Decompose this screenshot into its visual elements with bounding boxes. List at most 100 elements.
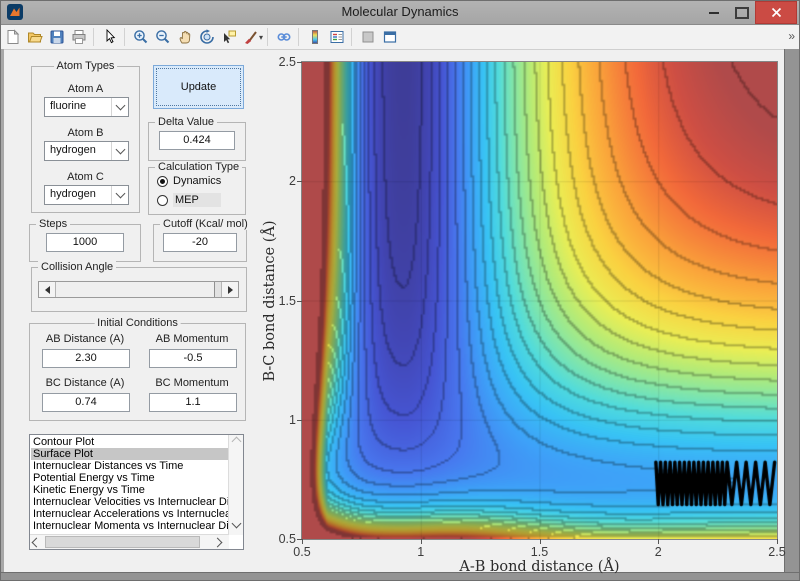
bc-distance-field[interactable]: 0.74 [42, 393, 130, 412]
steps-title: Steps [36, 218, 70, 230]
listbox-items: Contour Plot Surface Plot Internuclear D… [31, 436, 228, 534]
save-floppy-icon [49, 29, 65, 45]
radio-dynamics[interactable]: Dynamics [157, 175, 221, 187]
pan-tool-button[interactable] [175, 27, 195, 47]
pointer-tool-button[interactable] [100, 27, 120, 47]
x-axis-label: A-B bond distance (Å) [302, 559, 777, 575]
x-tick-mark [540, 539, 541, 544]
slider-left-arrow[interactable] [39, 282, 56, 297]
cutoff-title: Cutoff (Kcal/ mol) [160, 218, 251, 230]
y-axis-label: B-C bond distance (Å) [262, 220, 278, 381]
dock-figure-button[interactable] [380, 27, 400, 47]
horizontal-scroll-thumb[interactable] [45, 536, 200, 548]
brush-icon [243, 29, 259, 45]
y-tick-label: 2 [289, 174, 296, 188]
new-file-button[interactable] [3, 27, 23, 47]
bc-momentum-label: BC Momentum [142, 377, 242, 389]
calculation-type-title: Calculation Type [155, 161, 242, 173]
brush-dropdown-caret[interactable]: ▾ [259, 33, 263, 42]
atom-c-combo[interactable]: hydrogen [44, 185, 129, 205]
x-tick-label: 2.5 [768, 545, 785, 559]
bc-momentum-field[interactable]: 1.1 [149, 393, 237, 412]
y-tick-mark [297, 301, 302, 302]
minimize-button[interactable] [703, 1, 725, 24]
figure-toolbar: ▾ » [1, 25, 799, 50]
vertical-scrollbar[interactable] [228, 435, 243, 535]
cutoff-field[interactable]: -20 [163, 233, 237, 252]
radio-mep-label: MEP [173, 193, 221, 207]
printer-icon [71, 29, 87, 45]
atom-b-combo[interactable]: hydrogen [44, 141, 129, 161]
scroll-left-icon[interactable] [30, 535, 44, 549]
list-item[interactable]: Kinetic Energy vs Time [31, 484, 228, 496]
close-button[interactable] [755, 1, 797, 24]
cutoff-panel: Cutoff (Kcal/ mol) -20 [153, 224, 247, 262]
open-file-button[interactable] [25, 27, 45, 47]
list-item[interactable]: Surface Plot [31, 448, 228, 460]
rotate-3d-button[interactable] [197, 27, 217, 47]
chevron-down-icon[interactable] [111, 142, 128, 160]
collision-angle-title: Collision Angle [38, 261, 116, 273]
list-item[interactable]: Internuclear Momenta vs Internuclear Dis… [31, 520, 228, 532]
data-cursor-button[interactable] [219, 27, 239, 47]
dock-figure-icon [382, 29, 398, 45]
print-button[interactable] [69, 27, 89, 47]
list-item[interactable]: Potential Energy vs Time [31, 472, 228, 484]
initial-conditions-panel: Initial Conditions AB Distance (A) AB Mo… [29, 323, 246, 421]
maximize-button[interactable] [731, 1, 753, 24]
radio-dynamics-label: Dynamics [173, 175, 221, 187]
chevron-down-icon[interactable] [111, 186, 128, 204]
x-tick-label: 1.5 [531, 545, 548, 559]
initial-conditions-title: Initial Conditions [94, 317, 181, 329]
zoom-in-button[interactable] [131, 27, 151, 47]
legend-icon [329, 29, 345, 45]
rotate-3d-icon [199, 29, 215, 45]
delta-value-field[interactable]: 0.424 [159, 131, 235, 150]
plot-type-listbox[interactable]: Contour Plot Surface Plot Internuclear D… [29, 434, 244, 550]
atom-a-combo[interactable]: fluorine [44, 97, 129, 117]
atom-b-label: Atom B [32, 127, 139, 139]
open-folder-icon [27, 29, 43, 45]
data-cursor-icon [221, 29, 237, 45]
list-item[interactable]: Internuclear Accelerations vs Internucle… [31, 508, 228, 520]
atom-types-panel: Atom Types Atom A fluorine Atom B hydrog… [31, 66, 140, 213]
title-bar[interactable]: Molecular Dynamics [1, 1, 799, 25]
bc-distance-label: BC Distance (A) [35, 377, 135, 389]
y-tick-mark [297, 181, 302, 182]
update-button[interactable]: Update [153, 65, 244, 109]
zoom-in-icon [133, 29, 149, 45]
atom-b-value: hydrogen [50, 144, 96, 156]
x-tick-label: 0.5 [293, 545, 310, 559]
scroll-down-icon[interactable] [229, 521, 243, 535]
scroll-up-icon[interactable] [229, 435, 243, 449]
scroll-right-icon[interactable] [215, 535, 229, 549]
ab-momentum-field[interactable]: -0.5 [149, 349, 237, 368]
link-plots-button[interactable] [274, 27, 294, 47]
zoom-out-button[interactable] [153, 27, 173, 47]
y-tick-label: 1.5 [279, 294, 296, 308]
ab-distance-field[interactable]: 2.30 [42, 349, 130, 368]
link-icon [276, 29, 292, 45]
list-item[interactable]: Internuclear Distances vs Time [31, 460, 228, 472]
collision-angle-slider[interactable] [38, 281, 239, 298]
steps-field[interactable]: 1000 [46, 233, 124, 252]
pan-hand-icon [177, 29, 193, 45]
save-button[interactable] [47, 27, 67, 47]
new-document-icon [5, 29, 21, 45]
pointer-arrow-icon [102, 29, 118, 45]
toolbar-overflow-chevron[interactable]: » [788, 29, 795, 43]
insert-legend-button[interactable] [327, 27, 347, 47]
hide-plot-tools-button[interactable] [358, 27, 378, 47]
contour-canvas[interactable] [302, 62, 777, 539]
radio-mep[interactable]: MEP [157, 193, 221, 207]
radio-selected-icon [157, 176, 168, 187]
list-item[interactable]: Contour Plot [31, 436, 228, 448]
slider-right-arrow[interactable] [221, 282, 238, 297]
zoom-out-icon [155, 29, 171, 45]
list-item[interactable]: Internuclear Velocities vs Internuclear … [31, 496, 228, 508]
insert-colorbar-button[interactable] [305, 27, 325, 47]
horizontal-scrollbar[interactable] [30, 534, 229, 549]
brush-data-button[interactable] [241, 27, 261, 47]
chevron-down-icon[interactable] [111, 98, 128, 116]
collision-angle-panel: Collision Angle [31, 267, 247, 312]
